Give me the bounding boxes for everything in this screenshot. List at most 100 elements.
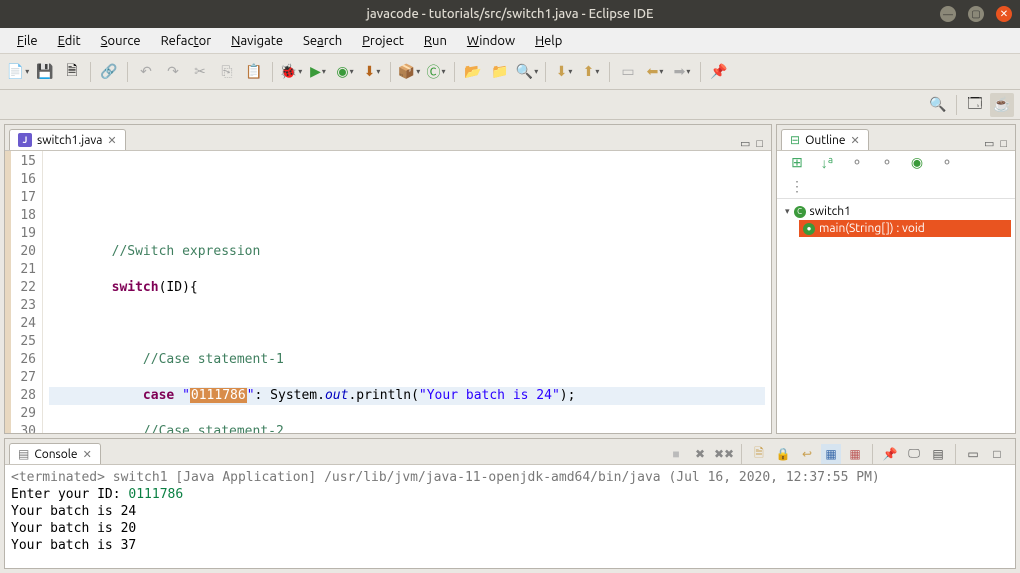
workspace: J switch1.java ✕ ▭ □ 15 16 17 18 19 20 2 (0, 120, 1020, 573)
search-button[interactable]: 🔍 (515, 60, 539, 84)
main-toolbar: 📄 💾 🗎 🔗 ↶ ↷ ✂ ⎘ 📋 🐞 ▶ ◉ ⬇ 📦 Ⓒ 📂 📁 🔍 ⬇ ⬆ … (0, 54, 1020, 90)
word-wrap-icon[interactable]: ↩ (797, 444, 817, 464)
focus-icon[interactable]: ⊞ (785, 151, 809, 175)
new-class-button[interactable]: Ⓒ (424, 60, 448, 84)
outline-tab[interactable]: ⊟ Outline ✕ (781, 129, 869, 150)
save-all-button[interactable]: 🗎 (60, 60, 84, 84)
editor-tab-switch1[interactable]: J switch1.java ✕ (9, 129, 126, 150)
menu-search[interactable]: Search (294, 31, 351, 51)
minimize-view-icon[interactable]: ▭ (984, 137, 994, 150)
open-task-button[interactable]: 📁 (488, 60, 512, 84)
run-button[interactable]: ▶ (306, 60, 330, 84)
close-button[interactable]: ✕ (996, 6, 1012, 22)
quick-access-button[interactable]: 🔍 (926, 93, 950, 117)
tab-close-button[interactable]: ✕ (850, 134, 859, 147)
maximize-view-icon[interactable]: □ (756, 138, 763, 150)
hide-nonpublic-icon[interactable]: ◉ (905, 151, 929, 175)
debug-button[interactable]: 🐞 (279, 60, 303, 84)
menubar: File Edit Source Refactor Navigate Searc… (0, 28, 1020, 54)
terminate-icon[interactable]: ■ (666, 444, 686, 464)
console-body[interactable]: <terminated> switch1 [Java Application] … (5, 465, 1015, 568)
menu-help[interactable]: Help (526, 31, 571, 51)
tree-toggle-icon[interactable]: ▾ (785, 206, 790, 217)
console-input: 0111786 (128, 487, 183, 502)
remove-all-icon[interactable]: ✖✖ (714, 444, 734, 464)
minimize-view-icon[interactable]: ▭ (963, 444, 983, 464)
separator (90, 62, 91, 82)
cut-button[interactable]: ✂ (188, 60, 212, 84)
pin-button[interactable]: 📌 (707, 60, 731, 84)
open-console-icon[interactable]: ▤ (928, 444, 948, 464)
method-icon: ● (803, 223, 815, 235)
hide-local-icon[interactable]: ⚬ (935, 151, 959, 175)
next-annotation-button[interactable]: ⬇ (552, 60, 576, 84)
console-output-line: Your batch is 37 (11, 537, 1009, 554)
coverage-button[interactable]: ◉ (333, 60, 357, 84)
java-file-icon: J (18, 133, 32, 147)
tab-close-button[interactable]: ✕ (107, 134, 116, 147)
minimize-view-icon[interactable]: ▭ (740, 137, 750, 150)
menu-run[interactable]: Run (415, 31, 456, 51)
menu-source[interactable]: Source (92, 31, 150, 51)
external-button[interactable]: ⬇ (360, 60, 384, 84)
maximize-view-icon[interactable]: □ (987, 444, 1007, 464)
window-controls: — ▢ ✕ (940, 6, 1012, 22)
view-menu-icon[interactable]: ⋮ (785, 175, 809, 199)
hide-static-icon[interactable]: ⚬ (875, 151, 899, 175)
undo-button[interactable]: ↶ (134, 60, 158, 84)
console-output-line: Your batch is 20 (11, 520, 1009, 537)
outline-class-item[interactable]: ▾ C switch1 (781, 203, 1011, 220)
outline-class-label: switch1 (810, 205, 851, 218)
prev-annotation-button[interactable]: ⬆ (579, 60, 603, 84)
new-package-button[interactable]: 📦 (397, 60, 421, 84)
console-terminated-line: <terminated> switch1 [Java Application] … (11, 469, 1009, 486)
console-toolbar: ■ ✖ ✖✖ 🗎 🔒 ↩ ▦ ▦ 📌 🖵 ▤ ▭ □ (666, 444, 1011, 464)
line-gutter: 15 16 17 18 19 20 21 22 23 24 25 26 27 2… (5, 151, 43, 433)
pin-console-icon[interactable]: 📌 (880, 444, 900, 464)
separator (272, 62, 273, 82)
editor-tab-bar: J switch1.java ✕ ▭ □ (5, 125, 771, 151)
editor-body[interactable]: 15 16 17 18 19 20 21 22 23 24 25 26 27 2… (5, 151, 771, 433)
redo-button[interactable]: ↷ (161, 60, 185, 84)
separator (609, 62, 610, 82)
clear-icon[interactable]: 🗎 (749, 444, 769, 464)
show-err-icon[interactable]: ▦ (845, 444, 865, 464)
scroll-lock-icon[interactable]: 🔒 (773, 444, 793, 464)
remove-launch-icon[interactable]: ✖ (690, 444, 710, 464)
forward-button[interactable]: ➡ (670, 60, 694, 84)
show-out-icon[interactable]: ▦ (821, 444, 841, 464)
outline-tab-bar: ⊟ Outline ✕ ▭ □ (777, 125, 1015, 151)
menu-refactor[interactable]: Refactor (152, 31, 221, 51)
window-title: javacode - tutorials/src/switch1.java - … (8, 7, 1012, 21)
menu-file[interactable]: File (8, 31, 47, 51)
paste-button[interactable]: 📋 (242, 60, 266, 84)
back-button[interactable]: ⬅ (643, 60, 667, 84)
copy-button[interactable]: ⎘ (215, 60, 239, 84)
save-button[interactable]: 💾 (33, 60, 57, 84)
menu-window[interactable]: Window (458, 31, 524, 51)
console-icon: ▤ (18, 447, 29, 461)
editor-tab-label: switch1.java (37, 134, 102, 147)
console-tab[interactable]: ▤ Console ✕ (9, 443, 101, 464)
maximize-view-icon[interactable]: □ (1000, 138, 1007, 150)
menu-navigate[interactable]: Navigate (222, 31, 292, 51)
outline-toolbar: ⊞ ↓ª ⚬ ⚬ ◉ ⚬ (777, 151, 1015, 175)
java-perspective-button[interactable]: ☕ (990, 93, 1014, 117)
sort-icon[interactable]: ↓ª (815, 151, 839, 175)
menu-project[interactable]: Project (353, 31, 413, 51)
toggle-mark-button[interactable]: ▭ (616, 60, 640, 84)
hide-fields-icon[interactable]: ⚬ (845, 151, 869, 175)
display-icon[interactable]: 🖵 (904, 444, 924, 464)
top-panes: J switch1.java ✕ ▭ □ 15 16 17 18 19 20 2 (4, 124, 1016, 434)
link-button[interactable]: 🔗 (97, 60, 121, 84)
open-type-button[interactable]: 📂 (461, 60, 485, 84)
maximize-button[interactable]: ▢ (968, 6, 984, 22)
minimize-button[interactable]: — (940, 6, 956, 22)
menu-edit[interactable]: Edit (49, 31, 90, 51)
outline-method-item[interactable]: ● main(String[]) : void (799, 220, 1011, 237)
open-perspective-button[interactable]: 🗔 (963, 93, 987, 117)
code-area[interactable]: //Switch expression switch(ID){ //Case s… (43, 151, 771, 433)
new-button[interactable]: 📄 (6, 60, 30, 84)
outline-pane: ⊟ Outline ✕ ▭ □ ⊞ ↓ª ⚬ ⚬ ◉ ⚬ ⋮ (776, 124, 1016, 434)
tab-close-button[interactable]: ✕ (83, 448, 92, 461)
